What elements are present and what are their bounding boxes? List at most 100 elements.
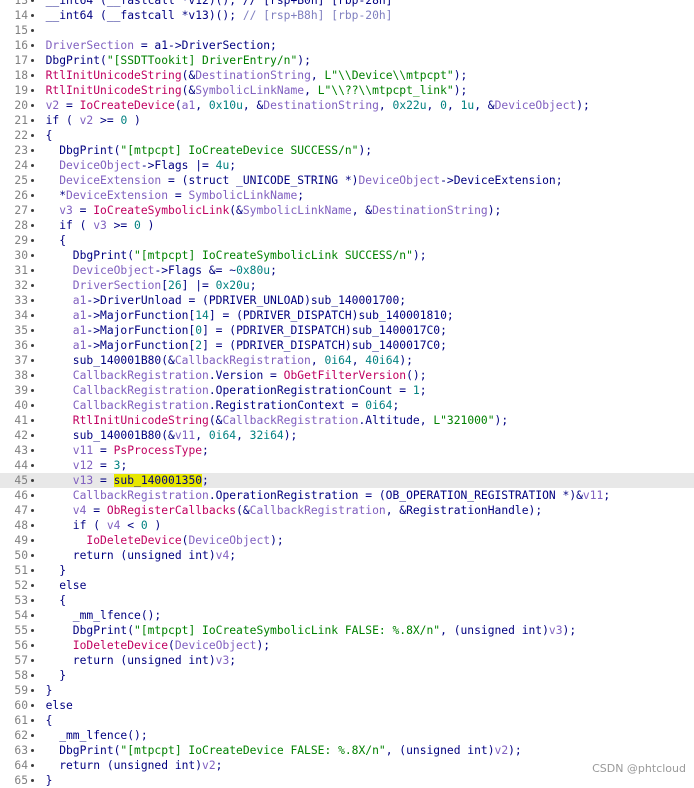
line-number: 27 (14, 204, 28, 217)
code-line[interactable]: 23 DbgPrint("[mtpcpt] IoCreateDevice SUC… (0, 143, 694, 158)
line-number: 18 (14, 69, 28, 82)
code-token: return (unsigned int) (32, 759, 203, 772)
line-number: 16 (14, 39, 28, 52)
code-line[interactable]: 52 else (0, 578, 694, 593)
code-line[interactable]: 22 { (0, 128, 694, 143)
code-token: ); (283, 429, 298, 442)
code-text: if ( v3 >= 0 ) (32, 218, 154, 233)
code-line[interactable]: 44 v12 = 3; (0, 458, 694, 473)
code-line[interactable]: 53 { (0, 593, 694, 608)
code-line[interactable]: 15 (0, 23, 694, 38)
code-line[interactable]: 46 CallbackRegistration.OperationRegistr… (0, 488, 694, 503)
code-line[interactable]: 32 DriverSection[26] |= 0x20u; (0, 278, 694, 293)
line-number: 46 (14, 489, 28, 502)
code-token: , (446, 99, 461, 112)
line-number: 60 (14, 699, 28, 712)
code-line[interactable]: 40 CallbackRegistration.RegistrationCont… (0, 398, 694, 413)
code-line[interactable]: 19 RtlInitUnicodeString(&SymbolicLinkNam… (0, 83, 694, 98)
code-text: CallbackRegistration.Version = ObGetFilt… (32, 368, 427, 383)
code-line[interactable]: 62 _mm_lfence(); (0, 728, 694, 743)
code-line[interactable]: 20 v2 = IoCreateDevice(a1, 0x10u, &Desti… (0, 98, 694, 113)
code-line[interactable]: 33 a1->DriverUnload = (PDRIVER_UNLOAD)su… (0, 293, 694, 308)
code-token: , & (351, 204, 373, 217)
code-line[interactable]: 54 _mm_lfence(); (0, 608, 694, 623)
code-line[interactable]: 47 v4 = ObRegisterCallbacks(&CallbackReg… (0, 503, 694, 518)
code-text: v2 = IoCreateDevice(a1, 0x10u, &Destinat… (32, 98, 590, 113)
code-token: v11 (32, 444, 94, 457)
code-line[interactable]: 60 else (0, 698, 694, 713)
code-line[interactable]: 38 CallbackRegistration.Version = ObGetF… (0, 368, 694, 383)
code-line[interactable]: 13 __int64 (__fastcall *v12)(); // [rsp+… (0, 0, 694, 8)
code-line[interactable]: 24 DeviceObject->Flags |= 4u; (0, 158, 694, 173)
code-line[interactable]: 58 } (0, 668, 694, 683)
code-line[interactable]: 61 { (0, 713, 694, 728)
line-number: 51 (14, 564, 28, 577)
code-line[interactable]: 29 { (0, 233, 694, 248)
code-line[interactable]: 51 } (0, 563, 694, 578)
code-line[interactable]: 16 DriverSection = a1->DriverSection; (0, 38, 694, 53)
code-line[interactable]: 63 DbgPrint("[mtpcpt] IoCreateDevice FAL… (0, 743, 694, 758)
code-token: ); (297, 54, 311, 67)
code-token: v11 (582, 489, 604, 502)
code-line[interactable]: 27 v3 = IoCreateSymbolicLink(&SymbolicLi… (0, 203, 694, 218)
code-line[interactable]: 55 DbgPrint("[mtpcpt] IoCreateSymbolicLi… (0, 623, 694, 638)
code-token: * (32, 189, 67, 202)
code-token: SymbolicLinkName (242, 204, 352, 217)
code-line[interactable]: 50 return (unsigned int)v4; (0, 548, 694, 563)
code-line[interactable]: 18 RtlInitUnicodeString(&DestinationStri… (0, 68, 694, 83)
code-line[interactable]: 31 DeviceObject->Flags &= ~0x80u; (0, 263, 694, 278)
code-token: v3 (548, 624, 563, 637)
code-token: ); (494, 414, 509, 427)
code-token: else (32, 579, 87, 592)
code-line[interactable]: 17 DbgPrint("[SSDTTookit] DriverEntry/n"… (0, 53, 694, 68)
line-number: 42 (14, 429, 28, 442)
code-line[interactable]: 48 if ( v4 < 0 ) (0, 518, 694, 533)
code-line[interactable]: 64 return (unsigned int)v2; (0, 758, 694, 773)
code-line[interactable]: 59 } (0, 683, 694, 698)
code-token: ); (576, 99, 590, 112)
code-token: v3 (93, 219, 107, 232)
code-line[interactable]: 25 DeviceExtension = (struct _UNICODE_ST… (0, 173, 694, 188)
line-number: 37 (14, 354, 28, 367)
line-number: 39 (14, 384, 28, 397)
code-line[interactable]: 49 IoDeleteDevice(DeviceObject); (0, 533, 694, 548)
code-line[interactable]: 45 v13 = sub_140001350; (0, 473, 694, 488)
code-token: ] = (PDRIVER_DISPATCH)sub_1400017C0; (202, 339, 447, 352)
line-number: 58 (14, 669, 28, 682)
code-line[interactable]: 35 a1->MajorFunction[0] = (PDRIVER_DISPA… (0, 323, 694, 338)
code-token: ); (453, 69, 468, 82)
code-token: a1 (181, 99, 196, 112)
code-text: __int64 (__fastcall *v12)(); // [rsp+B0h… (32, 0, 393, 8)
code-text: if ( v2 >= 0 ) (32, 113, 141, 128)
code-text: CallbackRegistration.OperationRegistrati… (32, 488, 610, 503)
code-line[interactable]: 42 sub_140001B80(&v11, 0i64, 32i64); (0, 428, 694, 443)
pseudocode-editor[interactable]: 13 __int64 (__fastcall *v12)(); // [rsp+… (0, 0, 694, 788)
code-line[interactable]: 36 a1->MajorFunction[2] = (PDRIVER_DISPA… (0, 338, 694, 353)
code-token: ( (168, 639, 175, 652)
code-token: ; (419, 384, 427, 397)
code-line[interactable]: 34 a1->MajorFunction[14] = (PDRIVER_DISP… (0, 308, 694, 323)
code-line[interactable]: 30 DbgPrint("[mtpcpt] IoCreateSymbolicLi… (0, 248, 694, 263)
code-token: v4 (106, 519, 121, 532)
code-token: { (32, 234, 67, 247)
code-token: DestinationString (372, 204, 488, 217)
code-token: DbgPrint( (32, 249, 135, 262)
code-token: 0i64 (365, 399, 393, 412)
code-line[interactable]: 28 if ( v3 >= 0 ) (0, 218, 694, 233)
code-line[interactable]: 43 v11 = PsProcessType; (0, 443, 694, 458)
code-token: ; (215, 759, 223, 772)
code-token: DeviceObject (188, 534, 271, 547)
code-line[interactable]: 14 __int64 (__fastcall *v13)(); // [rsp+… (0, 8, 694, 23)
code-line[interactable]: 39 CallbackRegistration.OperationRegistr… (0, 383, 694, 398)
code-token: return (unsigned int) (32, 549, 216, 562)
line-number: 62 (14, 729, 28, 742)
code-text: RtlInitUnicodeString(&SymbolicLinkName, … (32, 83, 468, 98)
code-line[interactable]: 26 *DeviceExtension = SymbolicLinkName; (0, 188, 694, 203)
line-number: 55 (14, 624, 28, 637)
code-line[interactable]: 57 return (unsigned int)v3; (0, 653, 694, 668)
code-line[interactable]: 41 RtlInitUnicodeString(&CallbackRegistr… (0, 413, 694, 428)
code-text: DriverSection[26] |= 0x20u; (32, 278, 257, 293)
code-line[interactable]: 21 if ( v2 >= 0 ) (0, 113, 694, 128)
code-line[interactable]: 56 IoDeleteDevice(DeviceObject); (0, 638, 694, 653)
code-line[interactable]: 37 sub_140001B80(&CallbackRegistration, … (0, 353, 694, 368)
